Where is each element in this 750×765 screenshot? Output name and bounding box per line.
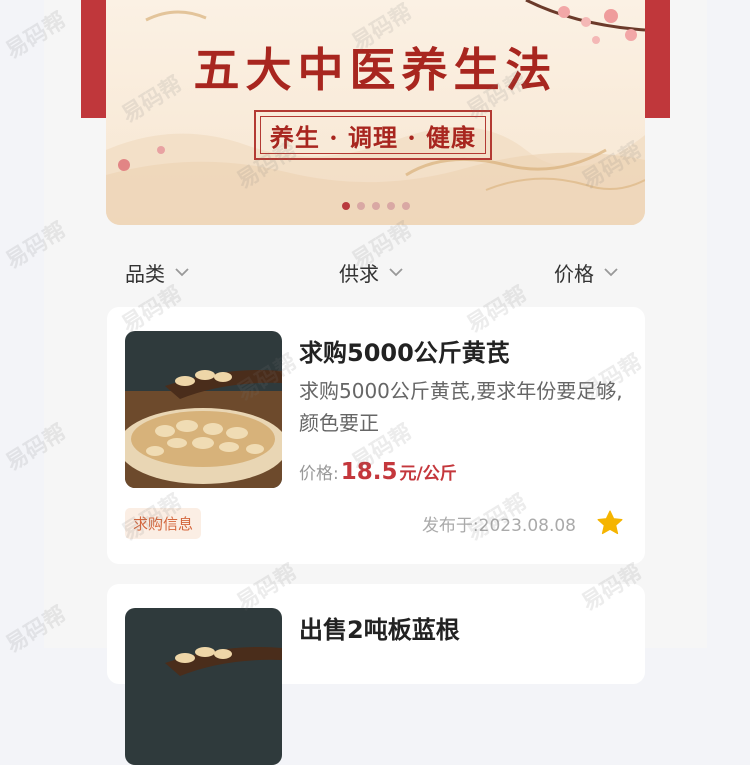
filter-label: 供求 [339,261,379,286]
listing-title: 求购5000公斤黄芪 [299,339,510,367]
carousel-dot[interactable] [341,202,350,210]
listing-title: 出售2吨板蓝根 [299,616,460,644]
filter-supply-demand[interactable]: 供求 [339,252,405,292]
price-row: 价格: 18.5 元/公斤 [299,459,457,485]
chevron-down-icon [389,268,403,277]
chevron-down-icon [175,268,189,277]
price-label: 价格: [299,464,339,484]
listing-image [125,331,282,488]
price-value: 18.5 [340,459,398,485]
banner-subtitle-frame: 养生 · 调理 · 健康 [254,110,492,160]
listing-image [125,608,282,765]
filter-label: 价格 [554,261,594,286]
banner-subtitle: 养生 · 调理 · 健康 [269,122,477,152]
listing-description: 求购5000公斤黄芪,要求年份要足够,颜色要正 [299,379,623,435]
carousel-dot[interactable] [356,202,365,210]
price-unit: 元/公斤 [399,464,457,484]
promo-banner[interactable]: 五大中医养生法 养生 · 调理 · 健康 [106,0,645,225]
publish-date: 发布于:2023.08.08 [421,516,576,536]
carousel-dot[interactable] [371,202,380,210]
carousel-indicator [106,202,645,210]
chevron-down-icon [604,268,618,277]
filter-category[interactable]: 品类 [125,252,191,292]
filter-label: 品类 [125,261,165,286]
listing-card[interactable]: 求购5000公斤黄芪 求购5000公斤黄芪,要求年份要足够,颜色要正 价格: 1… [107,307,645,564]
filter-price[interactable]: 价格 [554,252,620,292]
star-icon[interactable] [595,508,625,538]
filter-bar: 品类 供求 价格 [82,252,622,292]
carousel-dot[interactable] [401,202,410,210]
listing-card[interactable]: 出售2吨板蓝根 [107,584,645,765]
carousel-dot[interactable] [386,202,395,210]
listing-type-tag: 求购信息 [125,508,202,539]
banner-title: 五大中医养生法 [193,43,558,97]
